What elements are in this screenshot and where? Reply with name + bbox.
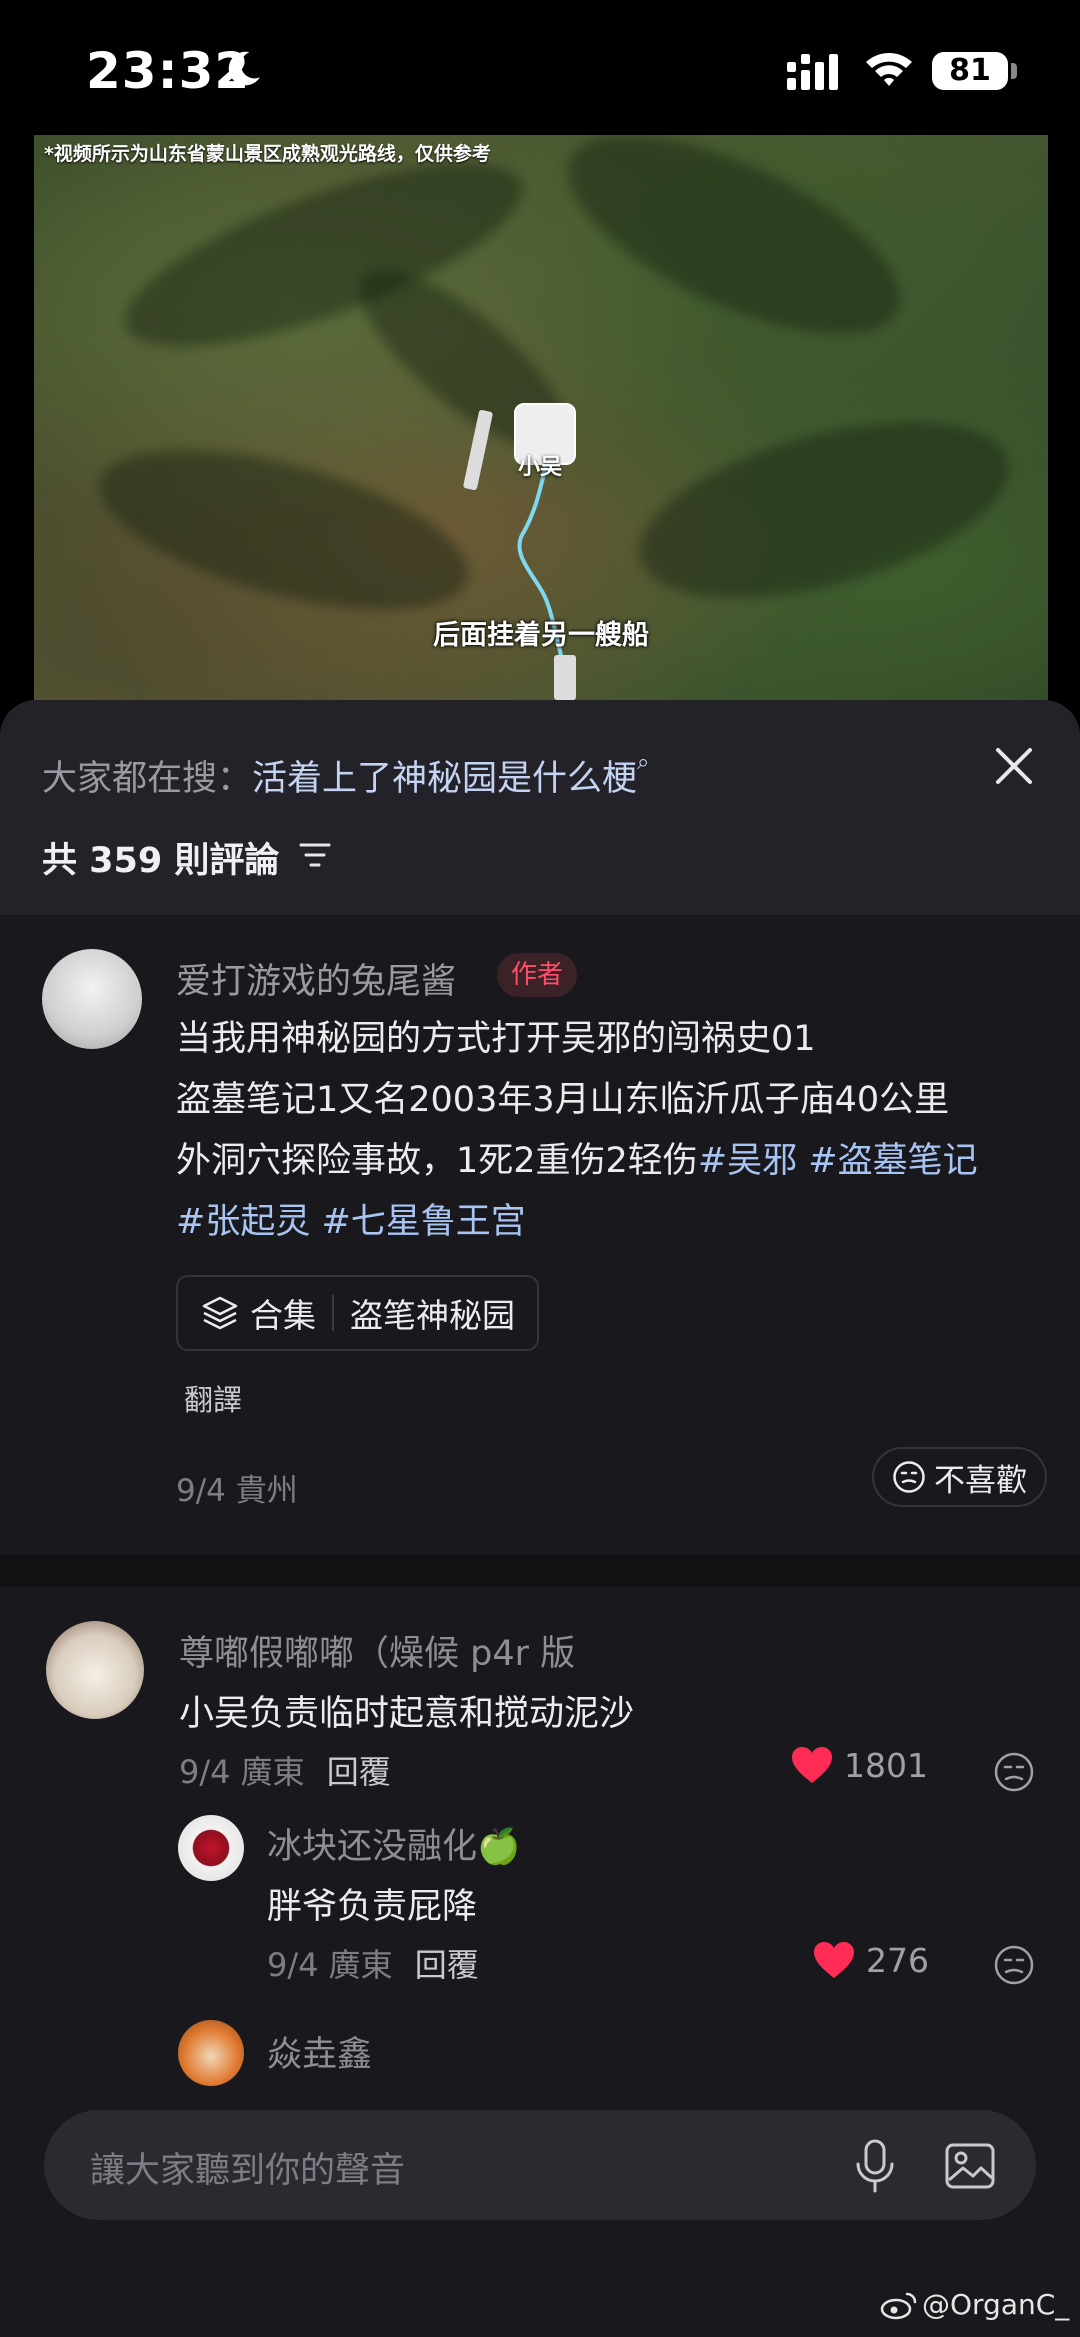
dislike-face-icon[interactable] bbox=[993, 1751, 1035, 1793]
comment-date-location: 9/4 廣東 bbox=[179, 1753, 305, 1791]
hashtag[interactable]: #张起灵 #七星鲁王宫 bbox=[176, 1192, 1056, 1253]
post-line: 外洞穴探险事故，1死2重伤2轻伤#吴邪 #盗墓笔记 bbox=[176, 1131, 1056, 1192]
divider bbox=[332, 1295, 334, 1331]
boat-marker bbox=[554, 655, 576, 700]
sheet-header: 大家都在搜：活着上了神秘园是什么梗⌕ 共 359 則評論 bbox=[0, 700, 1080, 915]
search-suggestion[interactable]: 大家都在搜：活着上了神秘园是什么梗⌕ bbox=[42, 750, 649, 801]
watermark-text: @OrganC_ bbox=[922, 2288, 1070, 2321]
like-count: 1801 bbox=[844, 1745, 928, 1785]
layers-icon bbox=[202, 1296, 238, 1330]
author-name[interactable]: 爱打游戏的兔尾酱 bbox=[176, 953, 456, 1004]
video-player[interactable]: *视频所示为山东省蒙山景区成熟观光路线，仅供参考 小吴 后面挂着另一艘船 bbox=[34, 135, 1048, 705]
author-badge: 作者 bbox=[497, 953, 578, 997]
post-meta: 9/4 貴州 bbox=[176, 1473, 298, 1509]
like-button[interactable]: 1801 bbox=[790, 1745, 928, 1785]
section-divider bbox=[0, 1555, 1080, 1587]
post-text-segment: 外洞穴探险事故，1死2重伤2轻伤 bbox=[176, 1141, 698, 1181]
translate-link[interactable]: 翻譯 bbox=[184, 1377, 242, 1419]
collection-label: 合集 bbox=[250, 1296, 316, 1335]
search-icon: ⌕ bbox=[637, 750, 650, 775]
collection-button[interactable]: 合集 盗笔神秘园 bbox=[176, 1275, 539, 1351]
status-bar: 23:32 81 bbox=[0, 0, 1080, 135]
battery-tip bbox=[1011, 63, 1017, 79]
battery-indicator: 81 bbox=[932, 52, 1008, 90]
reply-item: 焱垚鑫 bbox=[0, 2020, 1080, 2110]
comment-text: 小吴负责临时起意和搅动泥沙 bbox=[179, 1694, 635, 1734]
reply-button[interactable]: 回覆 bbox=[327, 1753, 391, 1791]
comment-text: 胖爷负责屁降 bbox=[267, 1887, 478, 1927]
moon-icon bbox=[228, 51, 260, 86]
watermark: @OrganC_ bbox=[880, 2288, 1069, 2321]
like-button[interactable]: 276 bbox=[812, 1940, 929, 1980]
reply-button[interactable]: 回覆 bbox=[415, 1946, 479, 1984]
comment-date-location: 9/4 廣東 bbox=[267, 1946, 393, 1984]
like-count: 276 bbox=[866, 1940, 929, 1980]
search-prefix: 大家都在搜： bbox=[42, 759, 253, 799]
dislike-label: 不喜歡 bbox=[934, 1462, 1027, 1499]
video-subtitle: 后面挂着另一艘船 bbox=[433, 620, 649, 651]
comment-count: 共 359 則評論 bbox=[42, 841, 280, 881]
hashtag[interactable]: #吴邪 #盗墓笔记 bbox=[698, 1141, 978, 1181]
image-icon[interactable] bbox=[944, 2140, 996, 2192]
heart-icon bbox=[814, 1942, 854, 1978]
weibo-icon bbox=[880, 2292, 917, 2319]
reply-item: 冰块还没融化🍏 胖爷负责屁降 9/4 廣東 回覆 276 bbox=[0, 1810, 1080, 2020]
character-label: 小吴 bbox=[518, 455, 563, 480]
video-notice: *视频所示为山东省蒙山景区成熟观光路线，仅供参考 bbox=[44, 143, 491, 165]
avatar[interactable] bbox=[178, 2020, 244, 2086]
commenter-name[interactable]: 冰块还没融化🍏 bbox=[267, 1818, 521, 1869]
microphone-icon[interactable] bbox=[851, 2138, 899, 2194]
search-query[interactable]: 活着上了神秘园是什么梗 bbox=[252, 759, 637, 799]
author-post: 爱打游戏的兔尾酱 作者 当我用神秘园的方式打开吴邪的闯祸史01 盗墓笔记1又名2… bbox=[0, 915, 1080, 1555]
comment-meta: 9/4 廣東 回覆 bbox=[267, 1940, 479, 1986]
comment-sheet: 大家都在搜：活着上了神秘园是什么梗⌕ 共 359 則評論 爱打游戏的兔尾酱 作者… bbox=[0, 700, 1080, 2337]
neutral-face-icon bbox=[893, 1461, 925, 1493]
commenter-name[interactable]: 尊嘟假嘟嘟（燥候 p4r 版 bbox=[179, 1625, 575, 1676]
avatar[interactable] bbox=[46, 1621, 144, 1719]
post-line: 当我用神秘园的方式打开吴邪的闯祸史01 bbox=[176, 1019, 816, 1059]
collection-name: 盗笔神秘园 bbox=[350, 1296, 515, 1335]
post-text: 当我用神秘园的方式打开吴邪的闯祸史01 盗墓笔记1又名2003年3月山东临沂瓜子… bbox=[176, 1009, 1056, 1253]
close-icon[interactable] bbox=[990, 742, 1038, 790]
signal-icon bbox=[787, 54, 838, 90]
comment-input[interactable]: 讓大家聽到你的聲音 bbox=[44, 2110, 1036, 2220]
input-placeholder: 讓大家聽到你的聲音 bbox=[90, 2151, 406, 2191]
post-line: 盗墓笔记1又名2003年3月山东临沂瓜子庙40公里 bbox=[176, 1080, 950, 1120]
sort-icon[interactable] bbox=[298, 838, 332, 872]
avatar[interactable] bbox=[42, 949, 142, 1049]
comment-meta: 9/4 廣東 回覆 bbox=[179, 1747, 391, 1793]
dislike-button[interactable]: 不喜歡 bbox=[872, 1447, 1047, 1507]
wifi-icon bbox=[866, 53, 912, 86]
heart-icon bbox=[792, 1747, 832, 1783]
avatar[interactable] bbox=[178, 1815, 244, 1881]
dislike-face-icon[interactable] bbox=[993, 1944, 1035, 1986]
commenter-name[interactable]: 焱垚鑫 bbox=[267, 2026, 372, 2077]
